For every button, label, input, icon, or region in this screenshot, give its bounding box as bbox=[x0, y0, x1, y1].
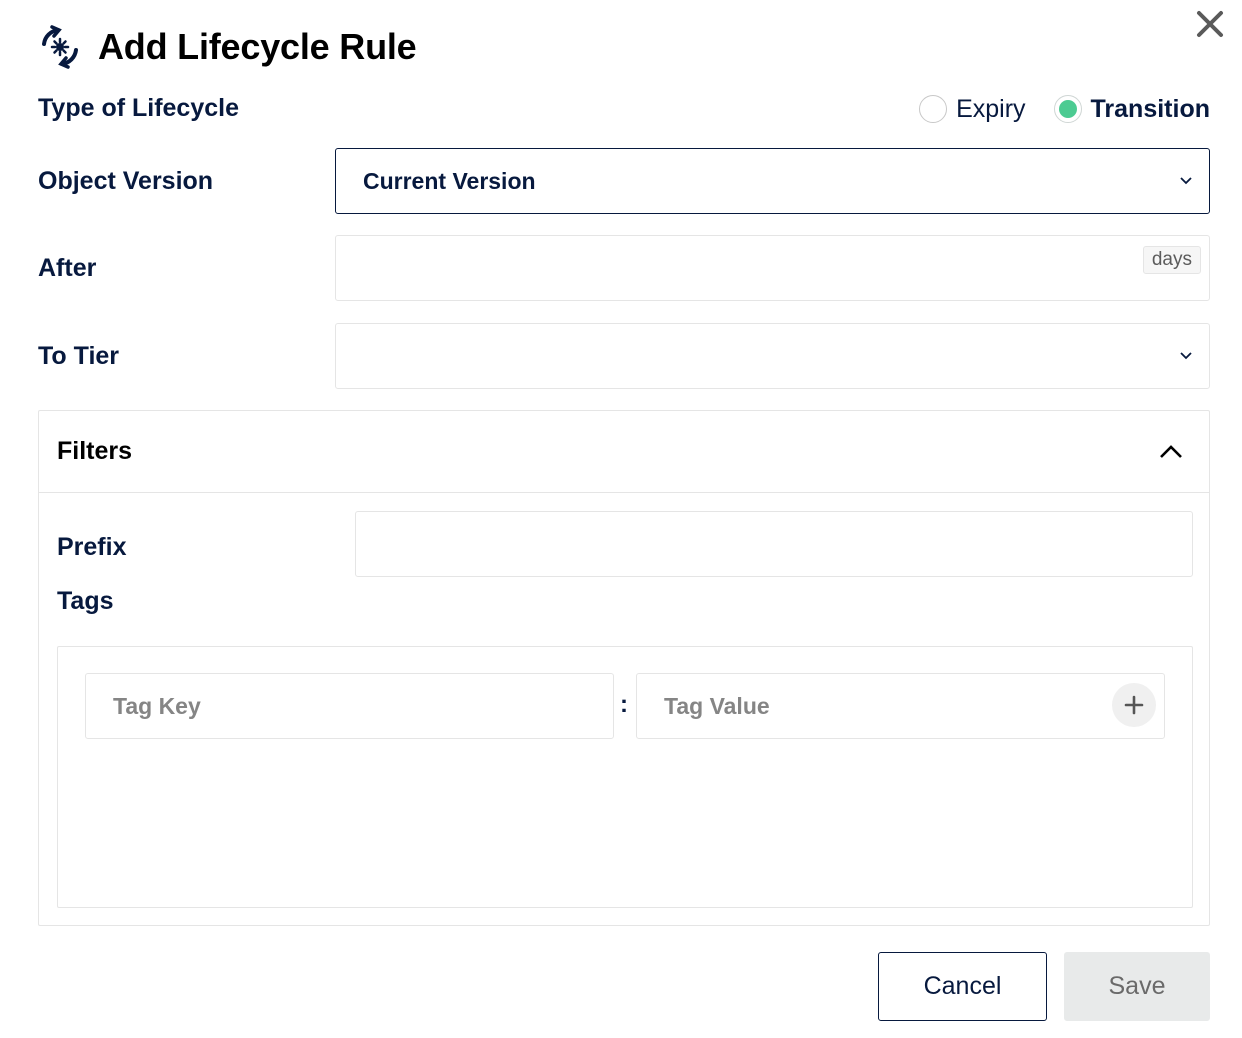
days-unit-badge: days bbox=[1142, 246, 1201, 274]
radio-transition[interactable]: Transition bbox=[1053, 94, 1210, 124]
save-button[interactable]: Save bbox=[1064, 952, 1210, 1021]
tag-value-placeholder: Tag Value bbox=[664, 693, 770, 719]
prefix-input[interactable] bbox=[355, 511, 1193, 577]
object-version-select[interactable]: Current Version bbox=[335, 148, 1210, 214]
object-version-value: Current Version bbox=[363, 168, 536, 194]
tags-label: Tags bbox=[57, 587, 114, 615]
cancel-button[interactable]: Cancel bbox=[878, 952, 1047, 1021]
radio-transition-label: Transition bbox=[1090, 94, 1210, 123]
radio-transition-circle[interactable] bbox=[1053, 95, 1082, 123]
to-tier-select[interactable] bbox=[335, 323, 1210, 389]
filters-header[interactable]: Filters bbox=[39, 411, 1209, 493]
tag-value-input[interactable]: Tag Value bbox=[636, 673, 1165, 739]
lifecycle-icon bbox=[42, 25, 78, 69]
after-label: After bbox=[38, 254, 97, 282]
close-icon[interactable] bbox=[1192, 6, 1228, 42]
chevron-up-icon[interactable] bbox=[1159, 441, 1183, 461]
plus-icon bbox=[1124, 695, 1144, 715]
tags-container: Tag Key : Tag Value bbox=[57, 646, 1193, 908]
radio-expiry-label: Expiry bbox=[956, 94, 1026, 123]
after-days-input[interactable]: days bbox=[335, 235, 1210, 301]
add-tag-button[interactable] bbox=[1112, 683, 1156, 727]
chevron-down-icon bbox=[1180, 352, 1192, 360]
lifecycle-type-radio-group: Expiry Transition bbox=[891, 92, 1210, 126]
radio-expiry-circle[interactable] bbox=[919, 95, 948, 123]
tag-separator: : bbox=[620, 691, 628, 718]
tag-key-placeholder: Tag Key bbox=[113, 693, 201, 719]
filters-panel: Filters Prefix Tags Tag Key : Tag Value bbox=[38, 410, 1210, 926]
object-version-label: Object Version bbox=[38, 167, 214, 195]
tag-key-input[interactable]: Tag Key bbox=[85, 673, 614, 739]
chevron-down-icon bbox=[1180, 177, 1192, 185]
to-tier-label: To Tier bbox=[38, 342, 120, 370]
radio-expiry[interactable]: Expiry bbox=[919, 94, 1026, 124]
filters-title: Filters bbox=[57, 437, 133, 465]
dialog-title: Add Lifecycle Rule bbox=[98, 26, 417, 67]
lifecycle-type-label: Type of Lifecycle bbox=[38, 94, 239, 122]
prefix-label: Prefix bbox=[57, 533, 127, 561]
